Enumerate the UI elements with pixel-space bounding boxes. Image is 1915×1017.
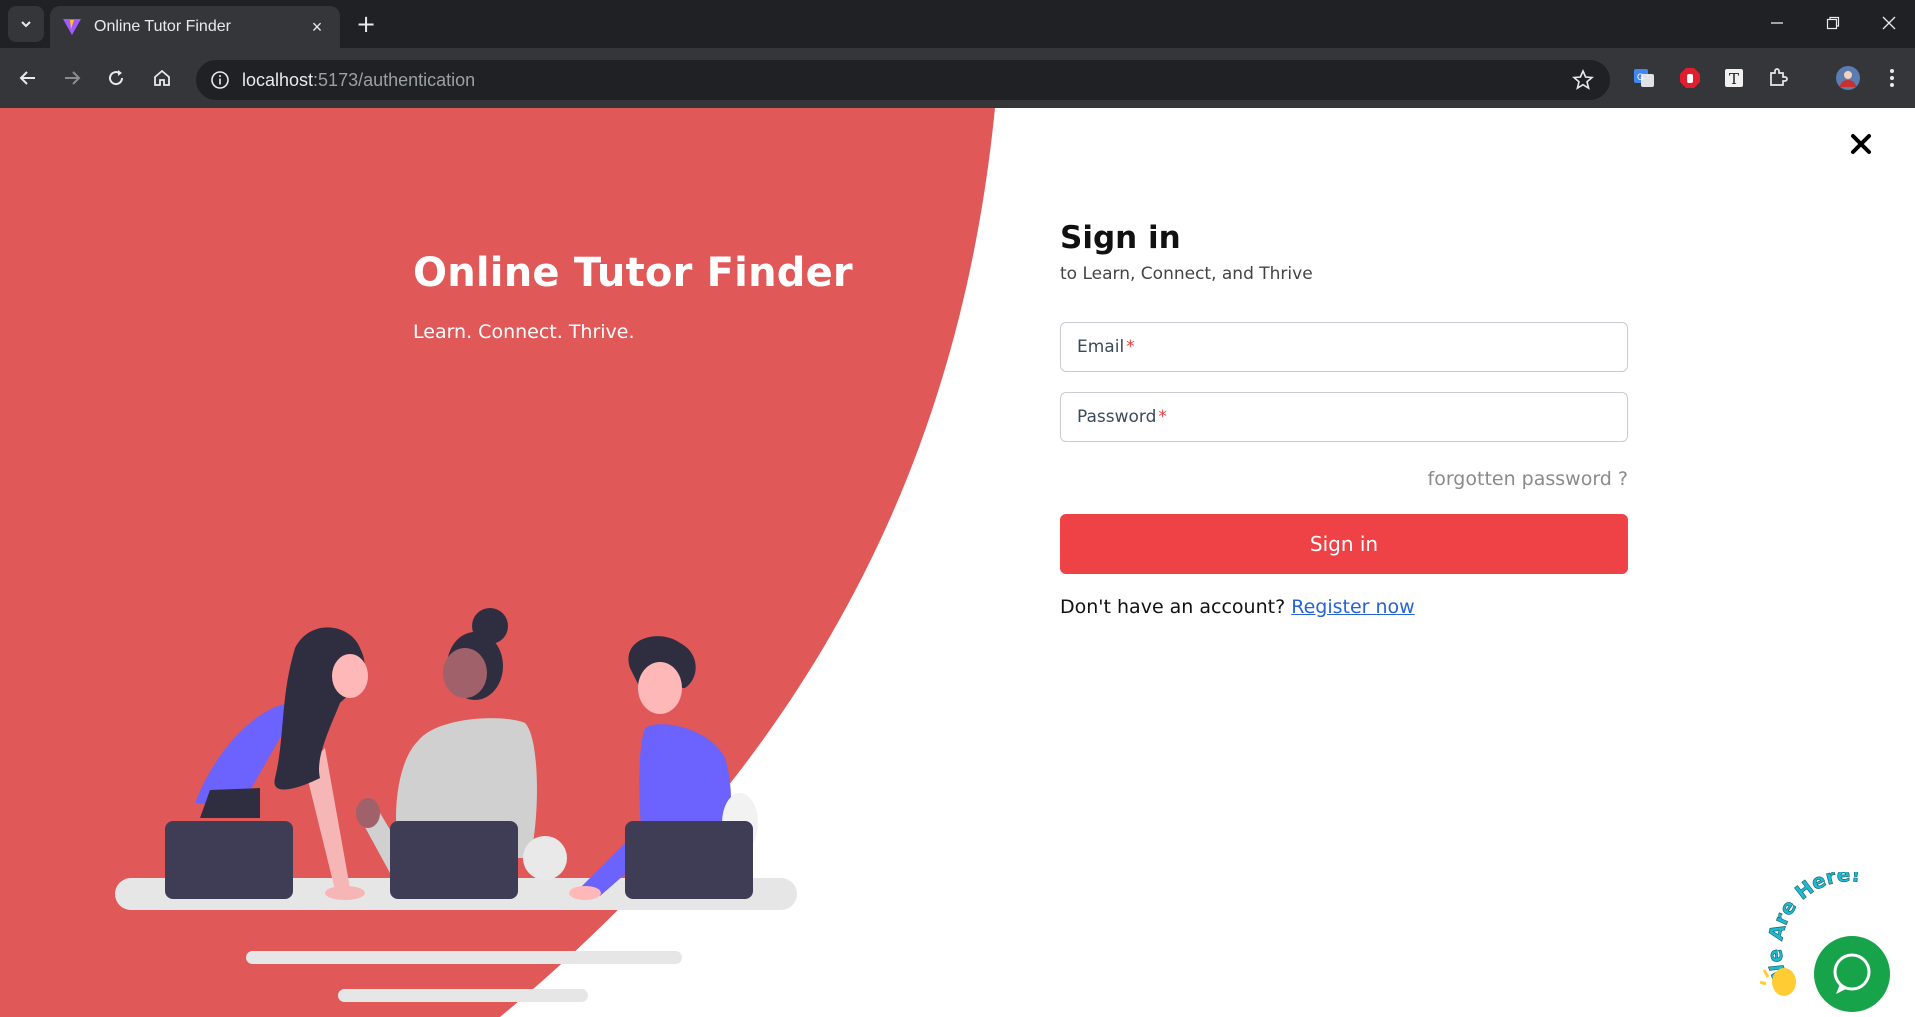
arrow-left-icon (19, 71, 35, 85)
signin-title: Sign in (1060, 220, 1181, 256)
signin-form: Sign in to Learn, Connect, and Thrive Em… (1060, 220, 1628, 618)
svg-text:G: G (1637, 72, 1644, 82)
chevron-down-icon (21, 21, 31, 28)
signin-subtitle: to Learn, Connect, and Thrive (1060, 264, 1313, 284)
reload-icon (109, 70, 124, 86)
arrow-right-icon (65, 71, 81, 85)
chat-button-bg (1814, 936, 1890, 1012)
close-icon[interactable] (1843, 126, 1879, 162)
waving-hand-icon (1760, 968, 1796, 996)
tab-title: Online Tutor Finder (94, 18, 231, 35)
restore-button[interactable] (1808, 8, 1858, 38)
study-group-illustration (115, 608, 797, 1002)
bookmark-star-icon[interactable] (1568, 65, 1598, 95)
text-icon[interactable]: T (1720, 64, 1748, 92)
password-field[interactable]: Password * (1060, 392, 1628, 442)
site-info-icon[interactable] (206, 66, 234, 94)
url-path: /authentication (358, 69, 476, 90)
signin-button[interactable]: Sign in (1060, 514, 1628, 574)
new-tab-button[interactable]: + (352, 10, 380, 38)
puzzle-icon[interactable] (1764, 64, 1792, 92)
reload-button[interactable] (100, 62, 132, 94)
active-tab[interactable]: Online Tutor Finder × (50, 6, 340, 48)
address-bar[interactable]: localhost:5173/authentication (196, 60, 1610, 100)
window-close-button[interactable] (1864, 8, 1914, 38)
url-text[interactable]: localhost:5173/authentication (242, 70, 1568, 91)
vite-favicon-icon (63, 19, 81, 35)
email-field[interactable]: Email * (1060, 322, 1628, 372)
home-button[interactable] (146, 62, 178, 94)
password-label: Password (1077, 407, 1157, 427)
svg-text:T: T (1729, 70, 1739, 88)
adblock-icon[interactable] (1676, 64, 1704, 92)
no-account-text: Don't have an account? (1060, 596, 1286, 618)
forward-button[interactable] (56, 62, 88, 94)
forgot-password-link[interactable]: forgotten password ? (1060, 468, 1628, 490)
kebab-menu-icon[interactable] (1878, 64, 1906, 92)
chat-widget[interactable]: We Are Here! (1760, 872, 1915, 1017)
restore-icon (1826, 16, 1840, 30)
password-required-mark: * (1158, 407, 1167, 427)
url-port: :5173 (313, 69, 359, 90)
back-button[interactable] (12, 62, 44, 94)
register-line: Don't have an account? Register now (1060, 596, 1628, 618)
profile-avatar[interactable] (1834, 64, 1862, 92)
tab-search-button[interactable] (8, 6, 44, 42)
browser-toolbar: localhost:5173/authentication G T (0, 48, 1915, 108)
browser-tab-strip: Online Tutor Finder × + (0, 0, 1915, 48)
minimize-button[interactable] (1752, 8, 1802, 38)
tab-close-icon[interactable]: × (306, 16, 328, 38)
email-required-mark: * (1126, 337, 1135, 357)
close-icon (1882, 16, 1896, 30)
hero-title: Online Tutor Finder (413, 250, 853, 296)
hero-subtitle: Learn. Connect. Thrive. (413, 321, 635, 343)
register-link[interactable]: Register now (1291, 596, 1414, 618)
minimize-icon (1771, 22, 1783, 24)
url-host: localhost (242, 69, 314, 90)
auth-page: Online Tutor Finder Learn. Connect. Thri… (0, 108, 1915, 1017)
email-label: Email (1077, 337, 1125, 357)
translate-icon[interactable]: G (1630, 64, 1658, 92)
home-icon (154, 69, 170, 86)
